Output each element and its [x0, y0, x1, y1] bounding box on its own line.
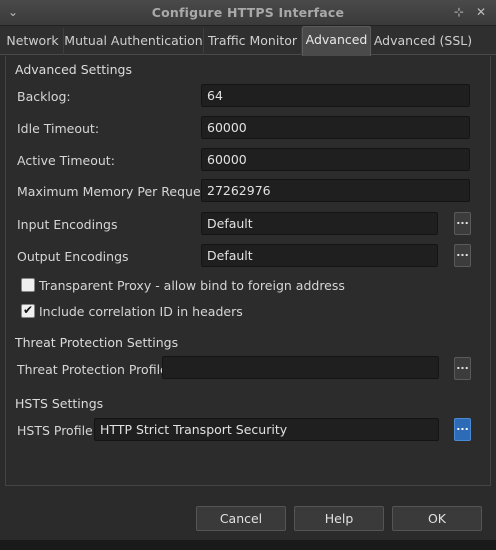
title-bar: ⌄ Configure HTTPS Interface ⊹ ✕: [0, 0, 496, 26]
tab-traffic-monitor[interactable]: Traffic Monitor: [204, 28, 302, 55]
transparent-proxy-checkbox[interactable]: [21, 278, 35, 292]
tab-bar: Network Mutual Authentication Traffic Mo…: [0, 26, 496, 56]
backlog-field[interactable]: 64: [201, 84, 470, 107]
max-memory-label: Maximum Memory Per Request:: [17, 184, 217, 199]
input-encodings-field[interactable]: Default: [201, 212, 438, 235]
tab-advanced-ssl[interactable]: Advanced (SSL): [372, 28, 474, 55]
output-encodings-label: Output Encodings: [17, 249, 129, 264]
threat-protection-profile-label: Threat Protection Profile:: [17, 362, 172, 377]
hsts-heading: HSTS Settings: [15, 396, 104, 411]
pin-icon[interactable]: ⊹: [452, 5, 466, 19]
active-timeout-field[interactable]: 60000: [201, 148, 470, 171]
tab-advanced[interactable]: Advanced: [302, 26, 371, 56]
tab-network[interactable]: Network: [2, 28, 64, 55]
max-memory-field[interactable]: 27262976: [201, 179, 470, 202]
threat-protection-profile-field[interactable]: [162, 356, 439, 379]
correlation-id-checkbox[interactable]: ✔: [21, 303, 35, 318]
correlation-id-label: Include correlation ID in headers: [39, 304, 243, 319]
hsts-profile-field[interactable]: HTTP Strict Transport Security: [94, 418, 439, 441]
input-encodings-browse-button[interactable]: ...: [454, 212, 471, 235]
output-encodings-browse-button[interactable]: ...: [454, 244, 471, 267]
active-timeout-label: Active Timeout:: [17, 153, 115, 168]
threat-protection-heading: Threat Protection Settings: [15, 335, 179, 350]
idle-timeout-label: Idle Timeout:: [17, 121, 100, 136]
transparent-proxy-label: Transparent Proxy - allow bind to foreig…: [39, 278, 345, 293]
background-window-edge: [0, 540, 496, 550]
close-icon[interactable]: ✕: [474, 5, 488, 19]
checkmark-icon: ✔: [23, 303, 34, 317]
tab-mutual-authentication[interactable]: Mutual Authentication: [64, 28, 204, 55]
window-title: Configure HTTPS Interface: [151, 5, 345, 20]
cancel-button[interactable]: Cancel: [196, 506, 286, 531]
threat-protection-browse-button[interactable]: ...: [454, 357, 471, 380]
output-encodings-field[interactable]: Default: [201, 244, 438, 267]
hsts-profile-label: HSTS Profile:: [17, 423, 97, 438]
hsts-profile-browse-button[interactable]: ...: [454, 418, 471, 441]
backlog-label: Backlog:: [17, 89, 71, 104]
help-button[interactable]: Help: [294, 506, 384, 531]
idle-timeout-field[interactable]: 60000: [201, 116, 470, 139]
input-encodings-label: Input Encodings: [17, 217, 118, 232]
ok-button[interactable]: OK: [392, 506, 482, 531]
advanced-settings-heading: Advanced Settings: [15, 62, 132, 77]
